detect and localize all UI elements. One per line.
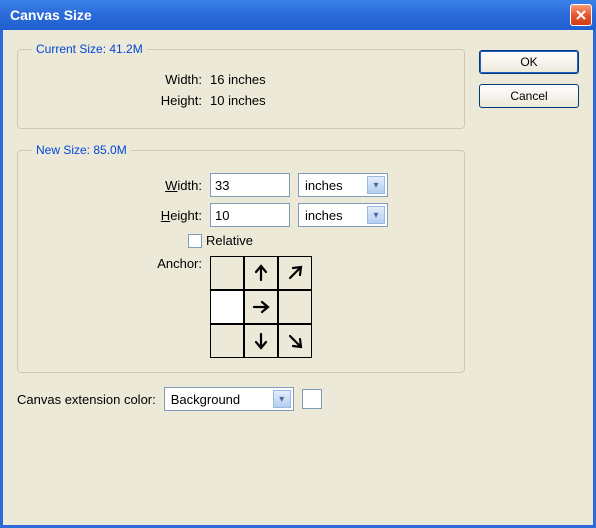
close-button[interactable]	[570, 4, 592, 26]
ok-button[interactable]: OK	[479, 50, 579, 74]
anchor-w[interactable]	[210, 290, 244, 324]
anchor-label: Anchor:	[32, 256, 202, 271]
extension-label: Canvas extension color:	[17, 392, 156, 407]
current-height-value: 10 inches	[210, 93, 266, 108]
anchor-sw[interactable]	[210, 324, 244, 358]
width-unit-select[interactable]: inches ▾	[298, 173, 388, 197]
anchor-e[interactable]	[278, 290, 312, 324]
current-width-label: Width:	[32, 72, 202, 87]
arrow-se-icon	[285, 331, 305, 351]
titlebar: Canvas Size	[0, 0, 596, 30]
extension-color-value: Background	[171, 392, 240, 407]
window-title: Canvas Size	[10, 7, 92, 23]
dialog-body: Current Size: 41.2M Width: 16 inches Hei…	[0, 30, 596, 528]
current-size-group: Current Size: 41.2M Width: 16 inches Hei…	[17, 42, 465, 129]
anchor-n[interactable]	[244, 256, 278, 290]
new-height-label: Height:	[32, 208, 202, 223]
cancel-button[interactable]: Cancel	[479, 84, 579, 108]
new-height-input[interactable]	[210, 203, 290, 227]
relative-checkbox[interactable]	[188, 234, 202, 248]
new-size-legend: New Size: 85.0M	[32, 143, 131, 157]
arrow-up-icon	[251, 263, 271, 283]
anchor-se[interactable]	[278, 324, 312, 358]
chevron-down-icon: ▾	[273, 390, 291, 408]
new-size-group: New Size: 85.0M Width: inches ▾ Height: …	[17, 143, 465, 373]
chevron-down-icon: ▾	[367, 176, 385, 194]
width-unit-value: inches	[305, 178, 343, 193]
height-unit-value: inches	[305, 208, 343, 223]
new-width-input[interactable]	[210, 173, 290, 197]
height-unit-select[interactable]: inches ▾	[298, 203, 388, 227]
current-width-value: 16 inches	[210, 72, 266, 87]
anchor-ne[interactable]	[278, 256, 312, 290]
arrow-ne-icon	[285, 263, 305, 283]
left-column: Current Size: 41.2M Width: 16 inches Hei…	[17, 42, 465, 513]
extension-color-select[interactable]: Background ▾	[164, 387, 294, 411]
relative-label: Relative	[206, 233, 253, 248]
anchor-grid	[210, 256, 312, 358]
anchor-nw[interactable]	[210, 256, 244, 290]
extension-color-swatch[interactable]	[302, 389, 322, 409]
anchor-c[interactable]	[244, 290, 278, 324]
right-column: OK Cancel	[479, 42, 579, 513]
arrow-down-icon	[251, 331, 271, 351]
current-height-label: Height:	[32, 93, 202, 108]
anchor-s[interactable]	[244, 324, 278, 358]
current-size-legend: Current Size: 41.2M	[32, 42, 147, 56]
chevron-down-icon: ▾	[367, 206, 385, 224]
new-width-label: Width:	[32, 178, 202, 193]
close-icon	[576, 10, 586, 20]
extension-row: Canvas extension color: Background ▾	[17, 387, 465, 411]
arrow-right-icon	[251, 297, 271, 317]
